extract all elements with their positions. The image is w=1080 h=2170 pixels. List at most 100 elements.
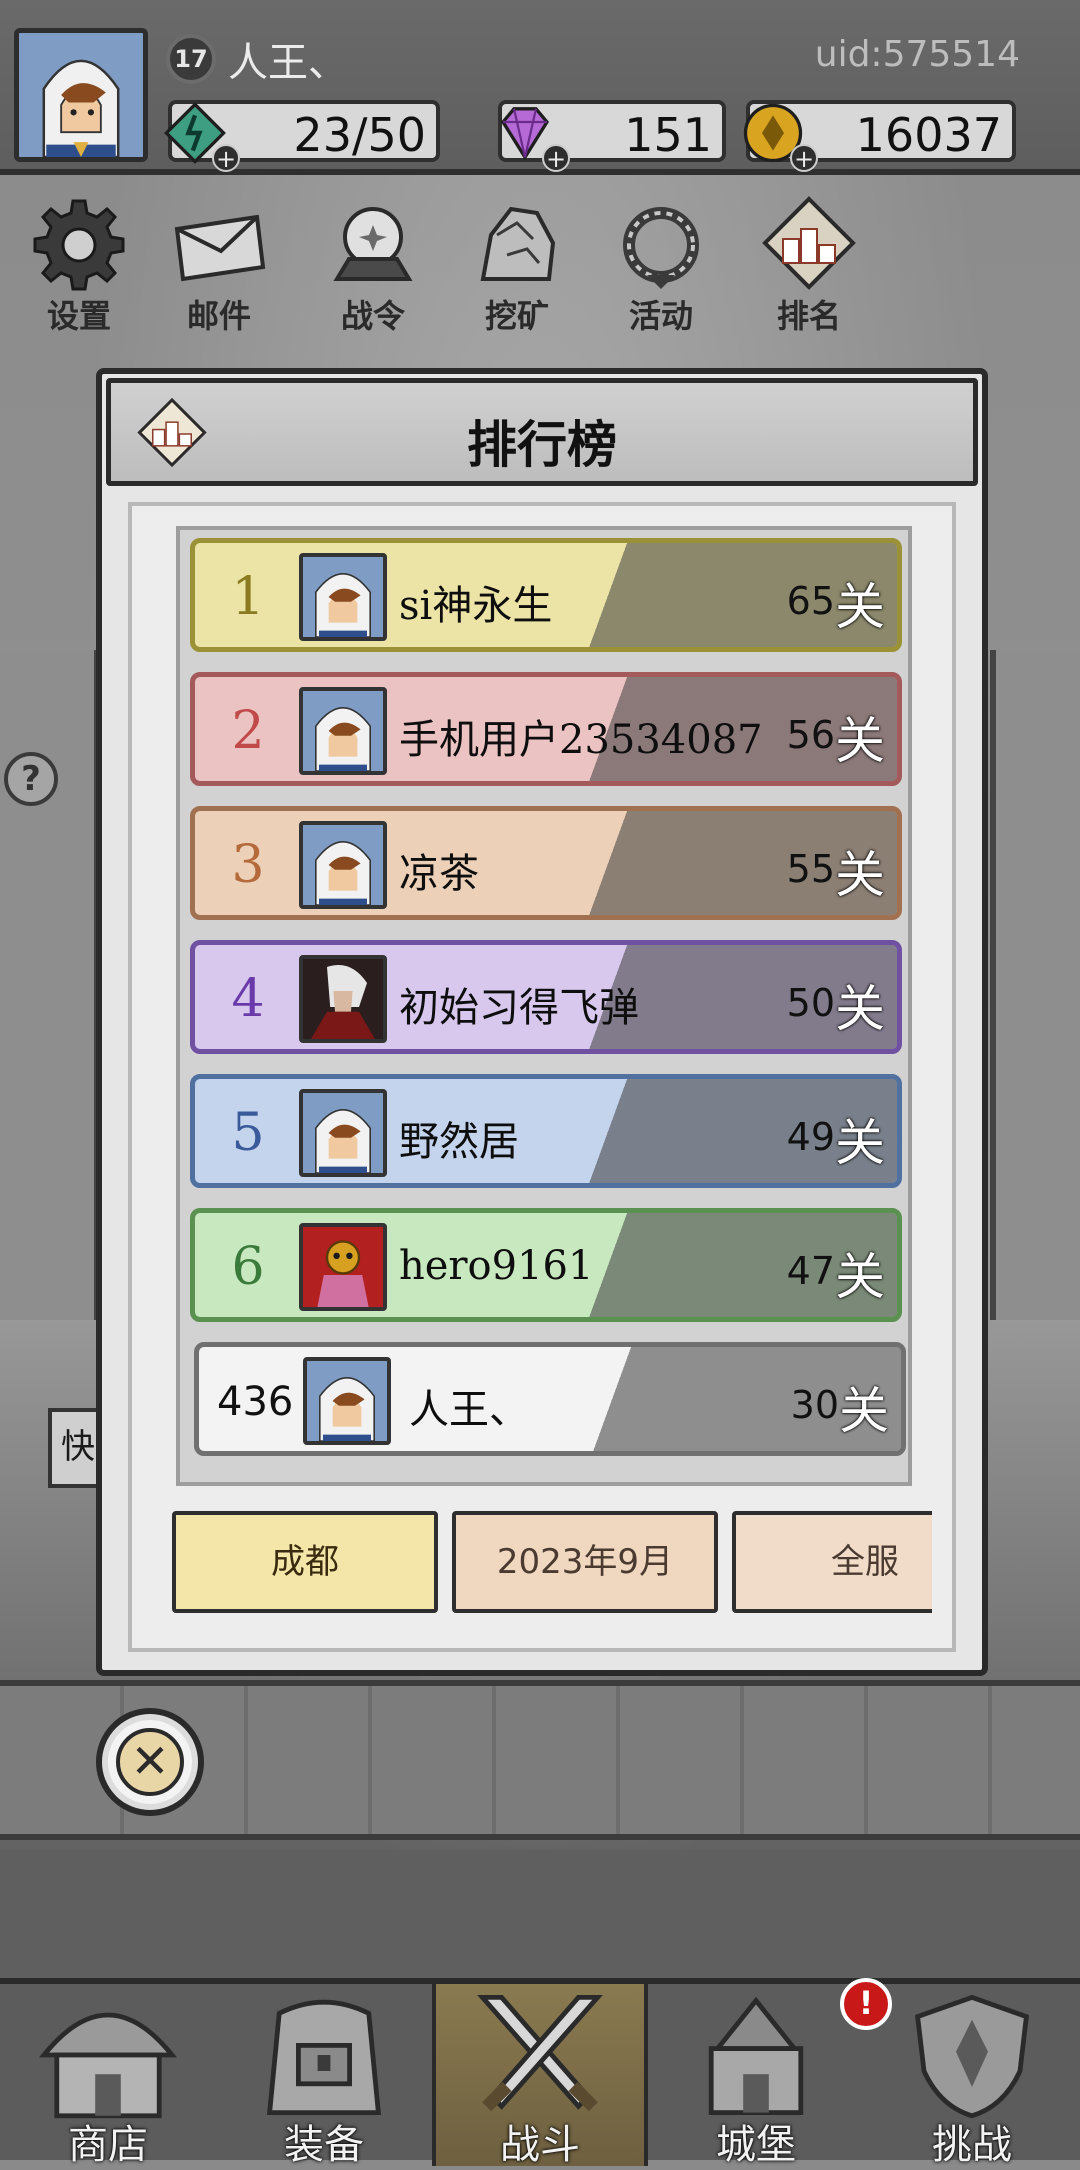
ranking-row[interactable]: 5 野然居 49 关 — [190, 1074, 902, 1188]
diamond-value: 151 — [624, 108, 712, 162]
castle-icon — [708, 1996, 804, 2115]
hooded-hero-icon — [307, 1361, 387, 1441]
uid-label: uid:575514 — [814, 34, 1020, 75]
mining-button[interactable]: 挖矿 — [452, 195, 582, 335]
stamina-resource[interactable]: + 23/50 — [164, 100, 440, 172]
plus-icon[interactable]: + — [790, 144, 818, 172]
ranking-label: 排名 — [776, 297, 841, 335]
close-button[interactable]: ✕ — [96, 1708, 204, 1816]
alert-badge: ! — [840, 1978, 892, 2030]
battlepass-label: 战令 — [340, 297, 405, 335]
mail-label: 邮件 — [186, 297, 251, 335]
hooded-hero-icon — [303, 1093, 383, 1173]
ranking-row[interactable]: 6 hero9161 47 关 — [190, 1208, 902, 1322]
player-avatar[interactable] — [299, 687, 387, 775]
ranking-row[interactable]: 3 凉茶 55 关 — [190, 806, 902, 920]
ranking-button[interactable]: 排名 — [744, 195, 874, 335]
plus-icon[interactable]: + — [212, 144, 240, 172]
close-icon: ✕ — [116, 1728, 184, 1796]
diamond-resource[interactable]: + 151 — [498, 100, 726, 172]
nav-shop[interactable]: 商店 — [0, 1984, 216, 2168]
stamina-value: 23/50 — [293, 108, 426, 162]
gold-resource[interactable]: + 16037 — [743, 100, 1016, 172]
player-name: si神永生 — [399, 583, 553, 629]
shop-hut-icon — [39, 2012, 177, 2119]
tab-all-servers[interactable]: 全服 — [732, 1511, 932, 1613]
nav-battle[interactable]: 战斗 — [432, 1984, 648, 2168]
tab-city[interactable]: 成都 — [172, 1511, 438, 1613]
score-value: 30 — [790, 1383, 839, 1427]
nav-battle-label: 战斗 — [500, 2122, 580, 2168]
player-name: 凉茶 — [399, 851, 479, 897]
background-pillar-left — [0, 650, 100, 1320]
nav-shop-label: 商店 — [68, 2122, 148, 2168]
level-unit: 关 — [835, 712, 885, 770]
golden-warrior-icon — [303, 1227, 383, 1307]
score-value: 55 — [786, 847, 835, 891]
hooded-hero-icon — [19, 33, 143, 157]
ore-rock-icon — [480, 206, 556, 281]
ranking-row[interactable]: 1 si神永生 65 关 — [190, 538, 902, 652]
rank-number: 6 — [231, 1237, 265, 1297]
settings-button[interactable]: 设置 — [14, 195, 144, 335]
ranking-row[interactable]: 4 初始习得飞弹 50 关 — [190, 940, 902, 1054]
crystal-ball-icon — [333, 207, 413, 281]
gear-icon — [33, 199, 125, 291]
player-name: 野然居 — [399, 1119, 519, 1165]
rank-number: 436 — [217, 1379, 294, 1425]
score-value: 56 — [786, 713, 835, 757]
backpack-icon — [266, 1999, 382, 2115]
mining-label: 挖矿 — [484, 297, 549, 335]
rank-number: 5 — [231, 1103, 265, 1163]
tab-month[interactable]: 2023年9月 — [452, 1511, 718, 1613]
player-name: 手机用户23534087 — [399, 717, 763, 763]
my-ranking-row[interactable]: 436 人王、 30 关 — [194, 1342, 906, 1456]
plus-icon[interactable]: + — [542, 144, 570, 172]
player-avatar[interactable] — [299, 1089, 387, 1177]
battlepass-button[interactable]: 战令 — [308, 195, 438, 335]
event-label: 活动 — [628, 297, 693, 335]
player-avatar[interactable] — [299, 821, 387, 909]
bottom-navigation: 商店 装备 战斗 城堡 挑战 — [0, 1978, 1080, 2168]
hooded-hero-icon — [303, 557, 383, 637]
level-unit: 关 — [839, 1382, 889, 1440]
nav-equipment[interactable]: 装备 — [216, 1984, 432, 2168]
rank-number: 4 — [231, 969, 265, 1029]
level-unit: 关 — [835, 1114, 885, 1172]
leaderboard-tabs: 成都 2023年9月 全服 — [172, 1511, 932, 1615]
ranking-row[interactable]: 2 手机用户23534087 56 关 — [190, 672, 902, 786]
level-unit: 关 — [835, 1248, 885, 1306]
shield-crest-icon — [914, 1994, 1030, 2119]
crossed-swords-icon — [477, 1995, 603, 2112]
player-name: hero9161 — [399, 1243, 594, 1289]
score-value: 65 — [786, 579, 835, 623]
player-avatar[interactable] — [303, 1357, 391, 1445]
score-value: 47 — [786, 1249, 835, 1293]
wreath-icon — [623, 207, 699, 289]
event-button[interactable]: 活动 — [596, 195, 726, 335]
score-value: 49 — [786, 1115, 835, 1159]
player-avatar[interactable] — [14, 28, 148, 162]
rank-number: 3 — [231, 835, 265, 895]
player-name: 初始习得飞弹 — [399, 985, 639, 1031]
level-unit: 关 — [835, 578, 885, 636]
player-name: 人王、 — [409, 1387, 529, 1433]
nav-castle-label: 城堡 — [716, 2122, 796, 2168]
player-avatar[interactable] — [299, 1223, 387, 1311]
ranking-list[interactable]: 1 si神永生 65 关 2 手机用户23534087 56 关 3 凉茶 55… — [176, 526, 912, 1486]
nav-castle[interactable]: 城堡 — [648, 1984, 864, 2168]
ranking-podium-icon — [762, 196, 856, 290]
help-button[interactable]: ? — [4, 752, 58, 806]
leaderboard-modal: 排行榜 1 si神永生 65 关 2 手机用户23534087 56 关 3 凉… — [96, 368, 988, 1676]
rank-number: 1 — [231, 567, 265, 627]
nav-challenge-label: 挑战 — [932, 2122, 1012, 2168]
player-avatar[interactable] — [299, 955, 387, 1043]
score-value: 50 — [786, 981, 835, 1025]
nav-challenge[interactable]: 挑战 — [864, 1984, 1080, 2168]
modal-title-bar: 排行榜 — [106, 378, 978, 486]
background-pillar-right — [990, 650, 1080, 1320]
player-avatar[interactable] — [299, 553, 387, 641]
hooded-hero-icon — [303, 825, 383, 905]
mail-button[interactable]: 邮件 — [154, 195, 284, 335]
level-unit: 关 — [835, 980, 885, 1038]
